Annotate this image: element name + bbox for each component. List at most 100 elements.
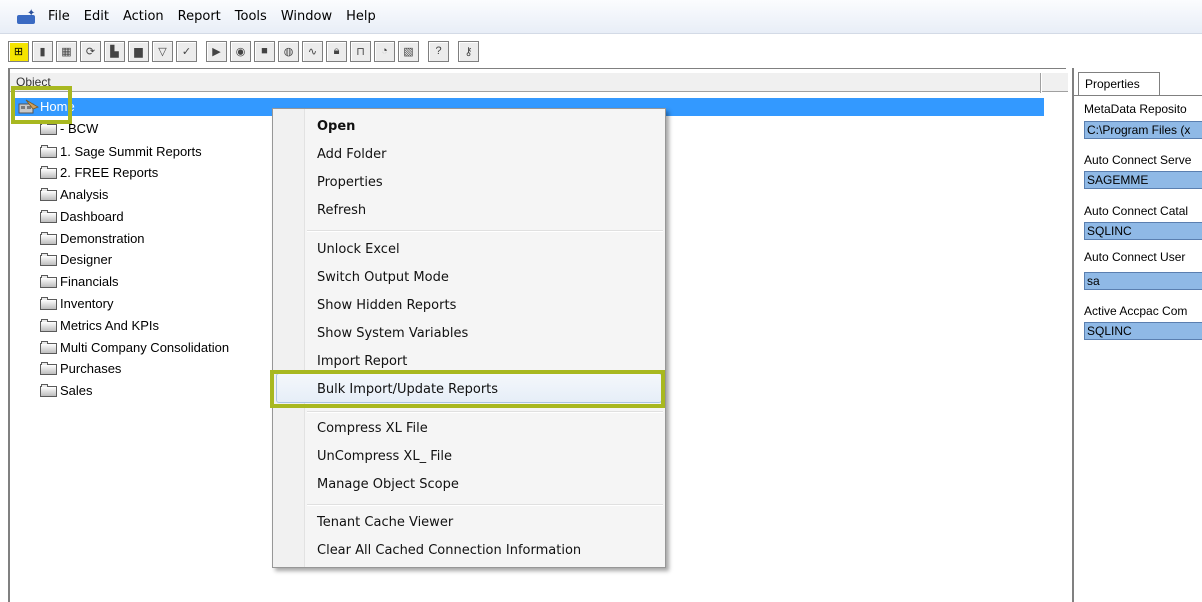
menu-file[interactable]: File xyxy=(48,9,70,24)
menu-item-tenant-cache-viewer[interactable]: Tenant Cache Viewer xyxy=(317,515,453,530)
property-value[interactable]: sa xyxy=(1084,272,1202,290)
menu-item-refresh[interactable]: Refresh xyxy=(317,203,366,218)
tree-item-label: 2. FREE Reports xyxy=(60,164,159,180)
property-value[interactable]: SAGEMME xyxy=(1084,171,1202,189)
key-icon[interactable]: ⚷ xyxy=(458,40,479,62)
folder-icon xyxy=(40,231,57,245)
property-label: Auto Connect Serve xyxy=(1084,153,1192,167)
tree-item-dashboard[interactable]: Dashboard xyxy=(40,206,124,226)
folder-icon xyxy=(40,383,57,397)
paste-icon[interactable]: ▆ xyxy=(128,40,149,62)
menu-item-show-hidden-reports[interactable]: Show Hidden Reports xyxy=(317,298,456,313)
tree-item-free-reports[interactable]: 2. FREE Reports xyxy=(40,162,158,182)
tree-item-metrics-and-kpis[interactable]: Metrics And KPIs xyxy=(40,315,159,335)
property-value[interactable]: SQLINC xyxy=(1084,322,1202,340)
menu-item-compress-xl-file[interactable]: Compress XL File xyxy=(317,421,428,436)
menu-tools[interactable]: Tools xyxy=(235,9,267,24)
stop-icon[interactable]: ■ xyxy=(254,40,275,62)
copy-icon[interactable]: ▙ xyxy=(104,40,125,62)
menu-item-manage-object-scope[interactable]: Manage Object Scope xyxy=(317,477,459,492)
properties-pane: Properties MetaData Reposito C:\Program … xyxy=(1072,68,1202,602)
tree-item-label: Analysis xyxy=(60,186,109,202)
new-icon[interactable]: ⊞ xyxy=(8,40,29,62)
folder-icon xyxy=(40,274,57,288)
unlock-icon[interactable]: ⊓ xyxy=(350,40,371,62)
menu-bar: ✦ File Edit Action Report Tools Window H… xyxy=(0,0,1202,34)
chart-icon[interactable]: ∿ xyxy=(302,40,323,62)
property-value[interactable]: C:\Program Files (x xyxy=(1084,121,1202,139)
property-value[interactable]: SQLINC xyxy=(1084,222,1202,240)
menu-item-uncompress-xl-file[interactable]: UnCompress XL_ File xyxy=(317,449,452,464)
tab-properties[interactable]: Properties xyxy=(1078,72,1160,96)
tree-item-label: Metrics And KPIs xyxy=(60,317,159,333)
help-icon[interactable]: ? xyxy=(428,40,449,62)
record-icon[interactable]: ◉ xyxy=(230,40,251,62)
disc-icon[interactable]: ◔ xyxy=(374,40,395,62)
menu-item-properties[interactable]: Properties xyxy=(317,175,383,190)
folder-icon xyxy=(40,144,57,158)
menu-separator xyxy=(307,411,663,413)
menu-gutter xyxy=(273,109,305,567)
menu-item-add-folder[interactable]: Add Folder xyxy=(317,147,386,162)
image-icon[interactable]: ▧ xyxy=(398,40,419,62)
tree-item-label: Designer xyxy=(60,251,113,267)
menu-item-switch-output-mode[interactable]: Switch Output Mode xyxy=(317,270,449,285)
tree-item-financials[interactable]: Financials xyxy=(40,271,119,291)
home-highlight-outline xyxy=(11,86,72,124)
tree-item-label: Demonstration xyxy=(60,230,145,246)
delete-icon[interactable]: ▮ xyxy=(32,40,53,62)
tree-item-demonstration[interactable]: Demonstration xyxy=(40,228,145,248)
filter-icon[interactable]: ▽ xyxy=(152,40,173,62)
tree-item-label: Multi Company Consolidation xyxy=(60,339,230,355)
refresh-icon[interactable]: ⟳ xyxy=(80,40,101,62)
tree-item-sales[interactable]: Sales xyxy=(40,380,93,400)
folder-icon xyxy=(40,361,57,375)
run-icon[interactable]: ▶ xyxy=(206,40,227,62)
tree-item-label: Sales xyxy=(60,382,93,398)
menu-item-unlock-excel[interactable]: Unlock Excel xyxy=(317,242,400,257)
menu-item-import-report[interactable]: Import Report xyxy=(317,354,407,369)
property-label: Auto Connect Catal xyxy=(1084,204,1189,218)
menu-item-show-system-variables[interactable]: Show System Variables xyxy=(317,326,468,341)
tab-divider xyxy=(1074,95,1202,96)
folder-icon xyxy=(40,187,57,201)
folder-icon xyxy=(40,340,57,354)
grid-icon[interactable]: ▦ xyxy=(56,40,77,62)
menu-separator xyxy=(307,230,663,232)
tree-item-inventory[interactable]: Inventory xyxy=(40,293,113,313)
bulk-import-highlight-outline xyxy=(270,370,665,408)
tree-item-multi-company-consolidation[interactable]: Multi Company Consolidation xyxy=(40,337,229,357)
menu-help[interactable]: Help xyxy=(346,9,376,24)
tree-item-purchases[interactable]: Purchases xyxy=(40,358,121,378)
folder-icon xyxy=(40,296,57,310)
globe-icon[interactable]: ◍ xyxy=(278,40,299,62)
menu-item-open[interactable]: Open xyxy=(317,119,355,134)
tree-item-label: Purchases xyxy=(60,360,122,376)
property-label: Auto Connect User xyxy=(1084,250,1186,264)
menu-edit[interactable]: Edit xyxy=(84,9,109,24)
context-menu: Open Add Folder Properties Refresh Unloc… xyxy=(272,108,666,568)
check-icon[interactable]: ✓ xyxy=(176,40,197,62)
menu-separator xyxy=(307,504,663,506)
folder-icon xyxy=(40,252,57,266)
menu-report[interactable]: Report xyxy=(178,9,221,24)
lock-icon[interactable]: 🔒︎ xyxy=(326,40,347,62)
tree-item-analysis[interactable]: Analysis xyxy=(40,184,108,204)
menu-action[interactable]: Action xyxy=(123,9,164,24)
tree-item-label: Dashboard xyxy=(60,208,124,224)
tree-item-label: 1. Sage Summit Reports xyxy=(60,143,202,159)
tree-item-label: Financials xyxy=(60,273,119,289)
toolbar: ⊞ ▮ ▦ ⟳ ▙ ▆ ▽ ✓ ▶ ◉ ■ ◍ ∿ 🔒︎ ⊓ ◔ ▧ ? ⚷ xyxy=(8,36,482,66)
folder-icon xyxy=(40,209,57,223)
menu-window[interactable]: Window xyxy=(281,9,332,24)
column-separator[interactable] xyxy=(1040,73,1042,93)
tree-item-label: Inventory xyxy=(60,295,114,311)
folder-icon xyxy=(40,318,57,332)
column-header-object[interactable]: Object xyxy=(10,72,1068,93)
app-icon: ✦ xyxy=(16,8,38,25)
property-label: MetaData Reposito xyxy=(1084,102,1187,116)
tree-item-sage-summit-reports[interactable]: 1. Sage Summit Reports xyxy=(40,141,202,161)
menu-item-clear-cached-connection-info[interactable]: Clear All Cached Connection Information xyxy=(317,543,581,558)
tree-item-designer[interactable]: Designer xyxy=(40,249,112,269)
folder-icon xyxy=(40,165,57,179)
